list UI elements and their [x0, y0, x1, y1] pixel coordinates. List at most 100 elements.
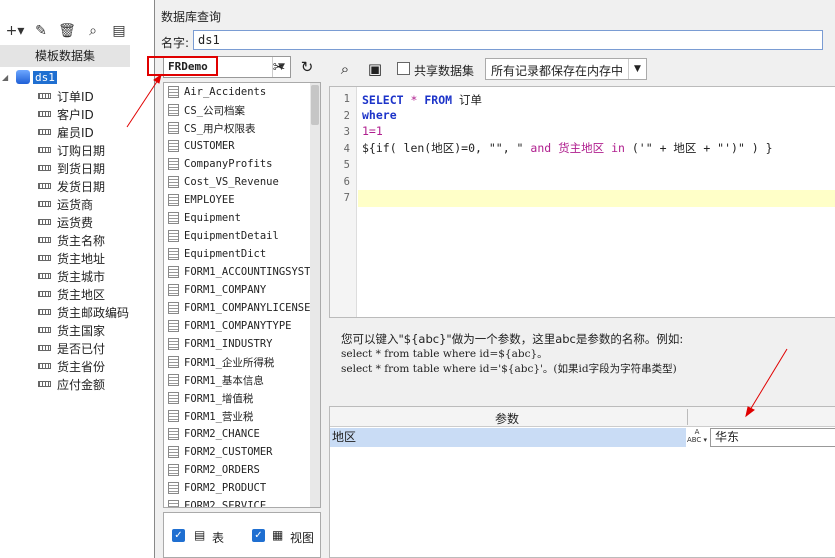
property-icon[interactable]: ▤ — [108, 20, 130, 42]
table-item[interactable]: Cost_VS_Revenue — [164, 173, 320, 191]
share-dataset-checkbox[interactable] — [397, 62, 410, 75]
parameter-value-input[interactable]: 华东 — [710, 428, 835, 447]
field-item[interactable]: 货主国家 — [38, 321, 105, 339]
sql-editor[interactable]: 1 2 3 4 5 6 7 SELECT * FROM 订单 where 1=1 ${if(… — [329, 86, 835, 318]
table-item[interactable]: FORM1_企业所得税 — [164, 353, 320, 371]
field-label: 货主邮政编码 — [57, 305, 130, 320]
table-item[interactable]: EquipmentDetail — [164, 227, 320, 245]
save-icon[interactable]: ▣ — [363, 58, 387, 80]
table-name: FORM2_CHANCE — [184, 428, 260, 440]
table-item[interactable]: Equipment — [164, 209, 320, 227]
table-item[interactable]: FORM1_COMPANYTYPE — [164, 317, 320, 335]
table-item[interactable]: CUSTOMER — [164, 137, 320, 155]
table-item[interactable]: Air_Accidents — [164, 83, 320, 101]
line-number: 7 — [343, 192, 350, 204]
sql-keyword: in — [611, 141, 625, 155]
field-item[interactable]: 客户ID — [38, 105, 94, 123]
memory-select[interactable]: 所有记录都保存在内存中 ▼ — [485, 58, 647, 80]
table-item[interactable]: CS_用户权限表 — [164, 119, 320, 137]
table-icon — [168, 176, 179, 188]
table-item[interactable]: CompanyProfits — [164, 155, 320, 173]
field-item[interactable]: 货主邮政编码 — [38, 303, 129, 321]
field-item[interactable]: 货主城市 — [38, 267, 105, 285]
field-item[interactable]: 货主名称 — [38, 231, 105, 249]
field-item[interactable]: 到货日期 — [38, 159, 105, 177]
preview-icon[interactable]: ⌕ — [333, 58, 357, 80]
dataset-toolbar: +▾ ✎ 🗑 ⌕ ▤ — [0, 18, 157, 44]
table-name: FORM1_企业所得税 — [184, 356, 275, 369]
sql-table-name: 订单 — [459, 93, 482, 107]
field-item[interactable]: 货主省份 — [38, 357, 105, 375]
table-item[interactable]: FORM2_SERVICE — [164, 497, 320, 507]
table-item[interactable]: FORM2_CHANCE — [164, 425, 320, 443]
column-divider[interactable] — [687, 409, 688, 425]
table-item[interactable]: FORM1_增值税 — [164, 389, 320, 407]
table-name: FORM1_INDUSTRY — [184, 338, 273, 350]
table-name: CS_用户权限表 — [184, 122, 256, 135]
field-item[interactable]: 订购日期 — [38, 141, 105, 159]
field-icon — [38, 345, 51, 351]
edit-icon[interactable]: ✎ — [30, 20, 52, 42]
table-name: FORM1_COMPANY — [184, 284, 267, 296]
table-item[interactable]: FORM1_ACCOUNTINGSYST — [164, 263, 320, 281]
field-icon — [38, 309, 51, 315]
table-item[interactable]: FORM2_PRODUCT — [164, 479, 320, 497]
field-item[interactable]: 是否已付 — [38, 339, 105, 357]
field-item[interactable]: 发货日期 — [38, 177, 105, 195]
hint-line-2: select * from table where id=${abc}。 — [341, 348, 548, 360]
field-item[interactable]: 应付金额 — [38, 375, 105, 393]
table-name: Cost_VS_Revenue — [184, 176, 279, 188]
parameter-row[interactable]: 地区 A ABC ▾ 华东 — [330, 428, 835, 447]
table-icon: ▤ — [194, 528, 206, 542]
table-item[interactable]: CS_公司档案 — [164, 101, 320, 119]
field-item[interactable]: 运货费 — [38, 213, 93, 231]
view-checkbox[interactable]: ✓ — [252, 529, 265, 542]
table-list-scrollbar[interactable] — [310, 83, 320, 507]
table-item[interactable]: FORM1_COMPANYLICENSE — [164, 299, 320, 317]
table-item[interactable]: FORM1_INDUSTRY — [164, 335, 320, 353]
field-label: 货主名称 — [57, 233, 106, 248]
table-icon — [168, 86, 179, 98]
parameter-hint: 您可以键入"${abc}"做为一个参数，这里abc是参数的名称。例如: sele… — [341, 332, 683, 377]
field-icon — [38, 363, 51, 369]
add-icon[interactable]: +▾ — [4, 20, 26, 42]
sql-formula: ${if( len(地区)=0, "", " — [362, 141, 524, 155]
database-query-dialog: 数据库查询 名字: ds1 FRDemo ▼ ✂ ↻ Air_Accidents… — [154, 0, 835, 558]
field-icon — [38, 291, 51, 297]
preview-icon[interactable]: ⌕ — [82, 20, 104, 42]
dataset-node[interactable]: ◢ ds1 — [2, 68, 57, 86]
scrollbar-thumb[interactable] — [311, 85, 319, 125]
field-item[interactable]: 雇员ID — [38, 123, 94, 141]
current-line-highlight — [358, 190, 835, 207]
table-icon — [168, 428, 179, 440]
table-item[interactable]: EMPLOYEE — [164, 191, 320, 209]
table-item[interactable]: FORM1_COMPANY — [164, 281, 320, 299]
name-input[interactable]: ds1 — [193, 30, 823, 50]
table-item[interactable]: FORM1_营业税 — [164, 407, 320, 425]
table-name: FORM2_PRODUCT — [184, 482, 267, 494]
expand-icon[interactable]: ◢ — [2, 73, 16, 82]
field-item[interactable]: 货主地址 — [38, 249, 105, 267]
field-item[interactable]: 运货商 — [38, 195, 93, 213]
field-label: 到货日期 — [57, 161, 106, 176]
table-icon — [168, 230, 179, 242]
field-item[interactable]: 货主地区 — [38, 285, 105, 303]
table-item[interactable]: EquipmentDict — [164, 245, 320, 263]
chevron-down-icon[interactable]: ▼ — [628, 59, 646, 79]
connection-settings-icon[interactable]: ✂ — [267, 56, 291, 78]
parameters-header: 参数 — [330, 407, 835, 427]
table-checkbox[interactable]: ✓ — [172, 529, 185, 542]
abc-icon[interactable]: A ABC ▾ — [686, 428, 708, 447]
line-number-gutter: 1 2 3 4 5 6 7 — [330, 87, 357, 317]
table-item[interactable]: FORM1_基本信息 — [164, 371, 320, 389]
table-item[interactable]: FORM2_ORDERS — [164, 461, 320, 479]
table-item[interactable]: FORM2_CUSTOMER — [164, 443, 320, 461]
table-name: CompanyProfits — [184, 158, 273, 170]
dataset-name: ds1 — [33, 70, 57, 84]
refresh-icon[interactable]: ↻ — [295, 56, 319, 78]
field-label: 货主地区 — [57, 287, 106, 302]
table-name: EquipmentDetail — [184, 230, 279, 242]
field-item[interactable]: 订单ID — [38, 87, 94, 105]
table-icon — [168, 446, 179, 458]
delete-icon[interactable]: 🗑 — [56, 20, 78, 42]
